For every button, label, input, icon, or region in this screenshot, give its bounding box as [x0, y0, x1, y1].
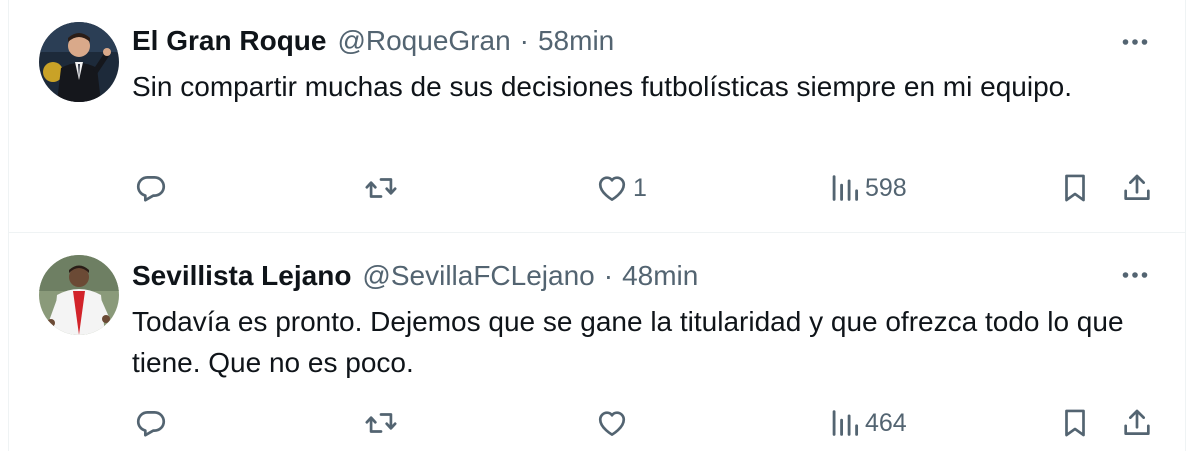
views-chart-icon: [832, 410, 859, 436]
share-icon: [1124, 409, 1150, 435]
tweet-actions: 1 598: [9, 165, 1185, 211]
bookmark-button[interactable]: [1058, 165, 1092, 211]
heart-icon: [598, 411, 626, 436]
author-handle[interactable]: @SevillaFCLejano: [362, 256, 594, 296]
tweet-text: Sin compartir muchas de sus decisiones f…: [132, 71, 1072, 102]
retweet-icon: [365, 178, 397, 198]
more-options-button[interactable]: [1117, 24, 1153, 60]
heart-icon: [598, 176, 626, 201]
author-name[interactable]: El Gran Roque: [132, 21, 326, 61]
more-dots-icon: [1122, 272, 1148, 278]
reply-button[interactable]: [134, 165, 168, 211]
retweet-button[interactable]: [363, 165, 399, 211]
avatar-man-in-suit-icon: [39, 22, 119, 102]
tweet-actions: 464: [9, 400, 1185, 446]
avatar[interactable]: [39, 255, 119, 335]
share-button[interactable]: [1120, 400, 1154, 446]
avatar-football-player-icon: [39, 255, 119, 335]
like-button[interactable]: 1: [595, 165, 647, 211]
view-count: 598: [865, 173, 907, 202]
timestamp[interactable]: 48min: [622, 256, 698, 296]
more-dots-icon: [1122, 39, 1148, 45]
reply-icon: [136, 176, 166, 202]
tweet-text: Todavía es pronto. Dejemos que se gane l…: [132, 306, 1124, 378]
tweet[interactable]: El Gran Roque @RoqueGran · 58min Sin com…: [9, 0, 1185, 232]
panel-border-right: [1185, 0, 1186, 451]
views-button[interactable]: 464: [827, 400, 907, 446]
author-name[interactable]: Sevillista Lejano: [132, 256, 351, 296]
views-chart-icon: [832, 175, 859, 201]
like-count: 1: [633, 173, 647, 202]
retweet-button[interactable]: [363, 400, 399, 446]
retweet-icon: [365, 413, 397, 433]
reply-button[interactable]: [134, 400, 168, 446]
tweet-header: Sevillista Lejano @SevillaFCLejano · 48m…: [132, 256, 698, 296]
bookmark-icon: [1065, 174, 1085, 202]
views-button[interactable]: 598: [827, 165, 907, 211]
header-separator: ·: [603, 260, 614, 291]
bookmark-button[interactable]: [1058, 400, 1092, 446]
tweet[interactable]: Sevillista Lejano @SevillaFCLejano · 48m…: [9, 233, 1185, 451]
bookmark-icon: [1065, 409, 1085, 437]
avatar[interactable]: [39, 22, 119, 102]
share-button[interactable]: [1120, 165, 1154, 211]
timestamp[interactable]: 58min: [538, 21, 614, 61]
header-separator: ·: [519, 25, 529, 56]
view-count: 464: [865, 408, 907, 437]
author-handle[interactable]: @RoqueGran: [337, 21, 510, 61]
more-options-button[interactable]: [1117, 257, 1153, 293]
tweet-header: El Gran Roque @RoqueGran · 58min: [132, 21, 614, 61]
tweet-replies-panel: El Gran Roque @RoqueGran · 58min Sin com…: [0, 0, 1200, 451]
share-icon: [1124, 174, 1150, 200]
reply-icon: [136, 411, 166, 437]
like-button[interactable]: [595, 400, 633, 446]
